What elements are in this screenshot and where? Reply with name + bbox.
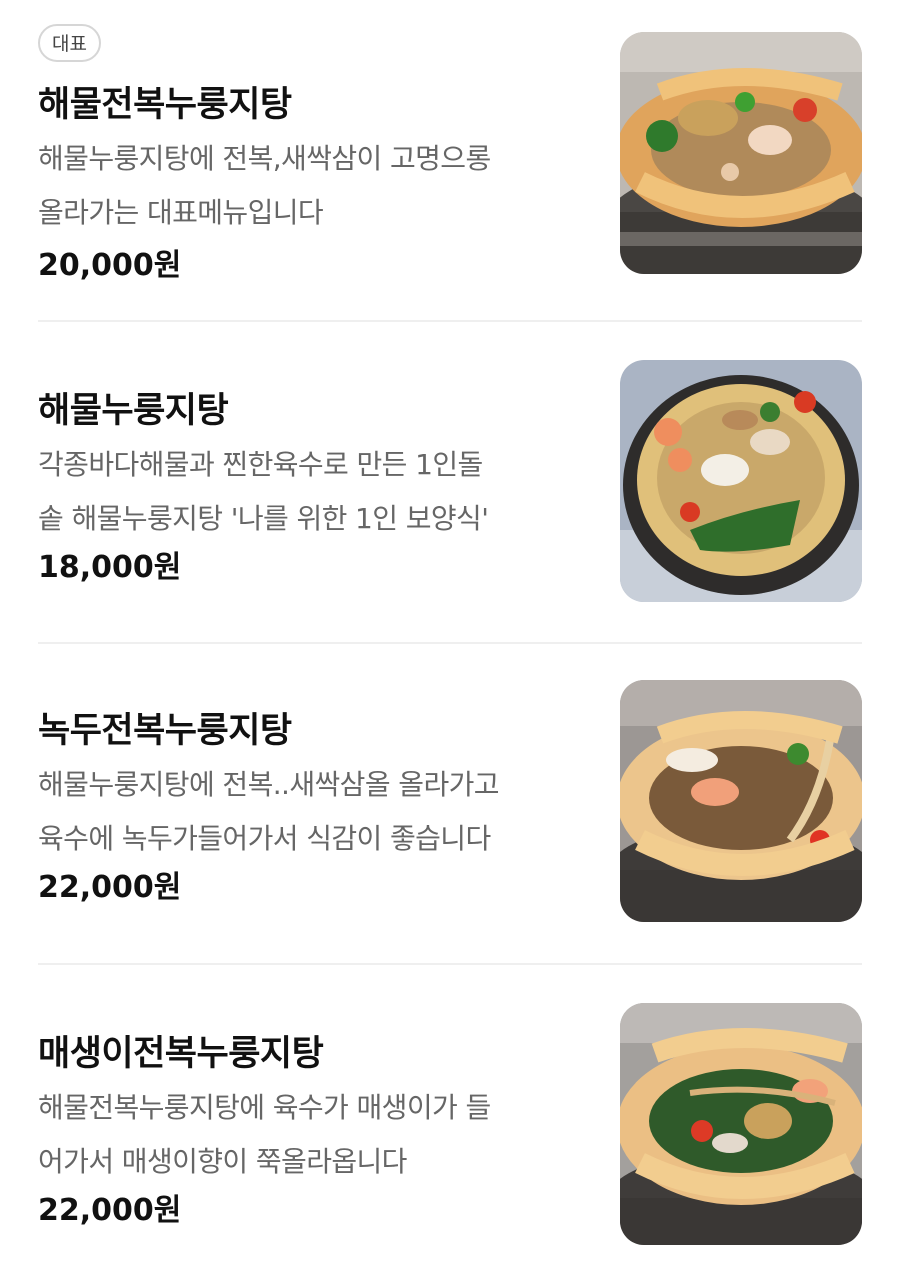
- food-photo-icon[interactable]: [620, 1003, 862, 1245]
- menu-item-name: 해물전복누룽지탕: [38, 85, 292, 125]
- menu-item[interactable]: 녹두전복누룽지탕 해물누룽지탕에 전복..새싹삼올 올라가고 육수에 녹두가들어…: [0, 644, 900, 965]
- description-line: 해물전복누룽지탕에 육수가 매생이가 들: [38, 1091, 491, 1124]
- description-line: 어가서 매생이향이 쭉올라옵니다: [38, 1145, 407, 1178]
- menu-item-price: 18,000원: [38, 550, 182, 585]
- description-line: 솥 해물누룽지탕 '나를 위한 1인 보양식': [38, 502, 489, 535]
- food-photo-svg: [620, 360, 862, 602]
- food-photo-svg: [620, 680, 862, 922]
- menu-item-price: 20,000원: [38, 248, 182, 283]
- menu-item[interactable]: 매생이전복누룽지탕 해물전복누룽지탕에 육수가 매생이가 들 어가서 매생이향이…: [0, 965, 900, 1286]
- food-photo-icon[interactable]: [620, 680, 862, 922]
- description-line: 각종바다해물과 찐한육수로 만든 1인돌: [38, 448, 483, 481]
- menu-item-description: 해물전복누룽지탕에 육수가 매생이가 들 어가서 매생이향이 쭉올라옵니다: [38, 1081, 598, 1189]
- signature-badge: 대표: [38, 24, 101, 62]
- description-line: 육수에 녹두가들어가서 식감이 좋습니다: [38, 822, 491, 855]
- menu-item-price: 22,000원: [38, 1193, 182, 1228]
- menu-item-price: 22,000원: [38, 870, 182, 905]
- food-photo-svg: [620, 32, 862, 274]
- menu-item[interactable]: 해물누룽지탕 각종바다해물과 찐한육수로 만든 1인돌 솥 해물누룽지탕 '나를…: [0, 322, 900, 643]
- menu-list: 대표 해물전복누룽지탕 해물누룽지탕에 전복,새싹삼이 고명으롱 올라가는 대표…: [0, 0, 900, 1276]
- description-line: 올라가는 대표메뉴입니다: [38, 196, 324, 229]
- menu-item-description: 해물누룽지탕에 전복..새싹삼올 올라가고 육수에 녹두가들어가서 식감이 좋습…: [38, 758, 598, 866]
- menu-item-name: 매생이전복누룽지탕: [38, 1034, 324, 1074]
- description-line: 해물누룽지탕에 전복,새싹삼이 고명으롱: [38, 142, 491, 175]
- menu-item-description: 해물누룽지탕에 전복,새싹삼이 고명으롱 올라가는 대표메뉴입니다: [38, 132, 598, 240]
- menu-item[interactable]: 대표 해물전복누룽지탕 해물누룽지탕에 전복,새싹삼이 고명으롱 올라가는 대표…: [0, 0, 900, 321]
- menu-item-description: 각종바다해물과 찐한육수로 만든 1인돌 솥 해물누룽지탕 '나를 위한 1인 …: [38, 438, 598, 546]
- food-photo-svg: [620, 1003, 862, 1245]
- food-photo-icon[interactable]: [620, 32, 862, 274]
- menu-item-name: 녹두전복누룽지탕: [38, 711, 292, 751]
- description-line: 해물누룽지탕에 전복..새싹삼올 올라가고: [38, 768, 500, 801]
- food-photo-icon[interactable]: [620, 360, 862, 602]
- menu-item-name: 해물누룽지탕: [38, 391, 229, 431]
